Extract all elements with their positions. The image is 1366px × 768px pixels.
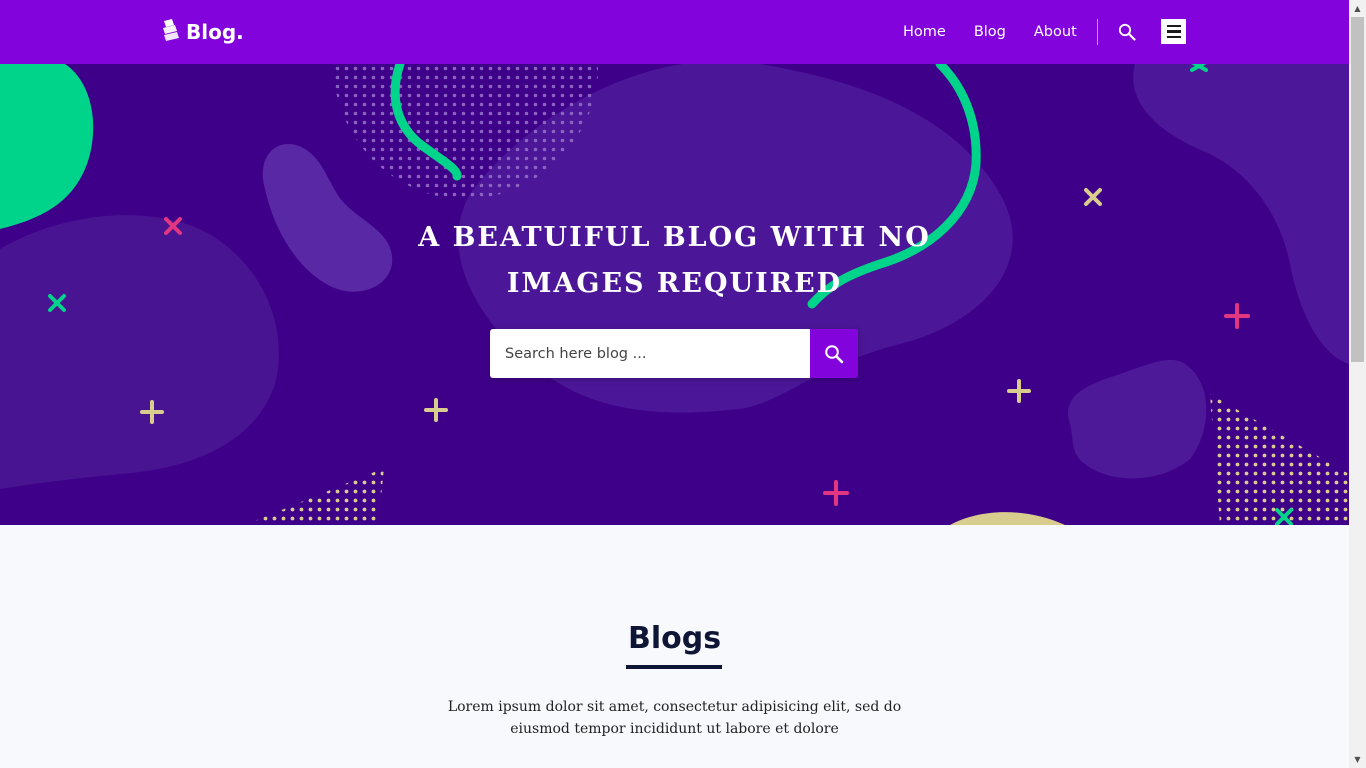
main-nav: Home Blog About bbox=[889, 0, 1144, 64]
logo-link[interactable]: Blog. bbox=[162, 18, 244, 46]
search-icon bbox=[1118, 23, 1136, 41]
hero-banner: A BEATUIFUL BLOG WITH NO IMAGES REQUIRED bbox=[0, 64, 1349, 525]
nav-search-button[interactable] bbox=[1110, 15, 1144, 49]
logo-icon bbox=[162, 18, 180, 46]
nav-home-link[interactable]: Home bbox=[889, 0, 960, 64]
blogs-description: Lorem ipsum dolor sit amet, consectetur … bbox=[447, 699, 902, 737]
nav-divider bbox=[1096, 19, 1098, 45]
blogs-section: Blogs Lorem ipsum dolor sit amet, consec… bbox=[0, 525, 1349, 768]
hero-title-line2: IMAGES REQUIRED bbox=[506, 268, 843, 299]
page-scrollbar[interactable]: ▲ ▼ bbox=[1349, 0, 1366, 768]
hero-search-button[interactable] bbox=[810, 329, 858, 378]
hero-title-line1: A BEATUIFUL BLOG WITH NO bbox=[418, 222, 931, 253]
nav-blog-link[interactable]: Blog bbox=[960, 0, 1020, 64]
blogs-heading: Blogs bbox=[627, 621, 722, 656]
logo-text: Blog. bbox=[186, 20, 244, 44]
hero-title: A BEATUIFUL BLOG WITH NO IMAGES REQUIRED bbox=[0, 215, 1349, 307]
hamburger-menu-icon-bar bbox=[1166, 24, 1181, 28]
top-navbar: Blog. Home Blog About bbox=[0, 0, 1349, 64]
scroll-down-arrow-icon[interactable]: ▼ bbox=[1349, 751, 1366, 768]
hero-search-form bbox=[490, 329, 858, 378]
hamburger-menu-icon-bar bbox=[1166, 35, 1181, 39]
scroll-up-arrow-icon[interactable]: ▲ bbox=[1349, 0, 1366, 17]
hamburger-menu-button[interactable] bbox=[1161, 19, 1186, 44]
blogs-heading-underline bbox=[626, 665, 722, 669]
nav-about-link[interactable]: About bbox=[1020, 0, 1091, 64]
search-icon bbox=[825, 344, 844, 363]
hero-search-input[interactable] bbox=[490, 329, 810, 378]
scrollbar-thumb[interactable] bbox=[1351, 17, 1364, 362]
hamburger-menu-icon-bar bbox=[1166, 30, 1181, 33]
